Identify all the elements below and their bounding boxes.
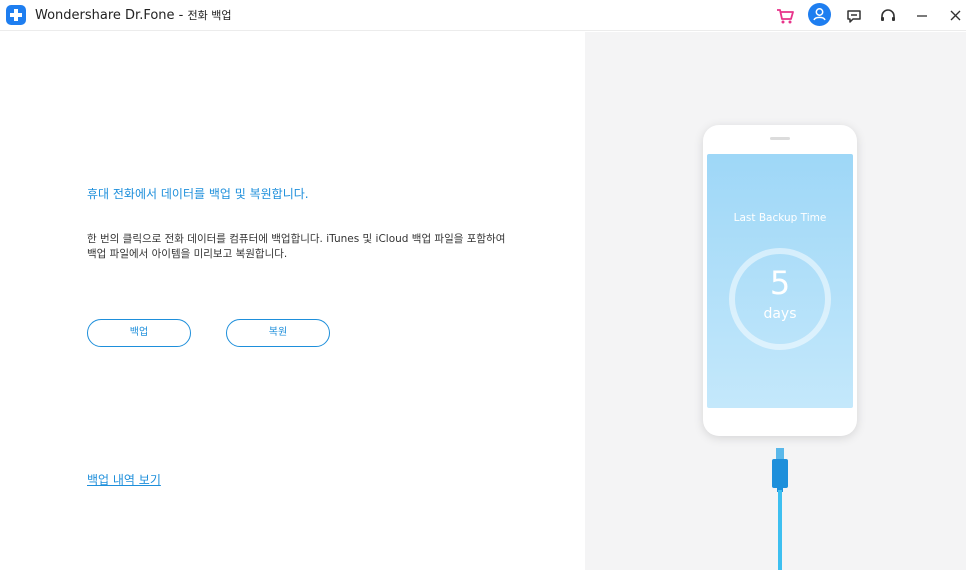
title-separator: -: [174, 8, 188, 23]
restore-button[interactable]: 복원: [226, 319, 330, 347]
illustration-panel: Last Backup Time 5 days: [585, 32, 966, 570]
backup-history-link[interactable]: 백업 내역 보기: [87, 471, 161, 488]
section-name: 전화 백업: [187, 9, 232, 22]
main-content: 휴대 전화에서 데이터를 백업 및 복원합니다. 한 번의 클릭으로 전화 데이…: [0, 32, 585, 570]
window-title: Wondershare Dr.Fone - 전화 백업: [35, 7, 232, 23]
app-name: Wondershare Dr.Fone: [35, 8, 175, 23]
feedback-icon[interactable]: [843, 5, 865, 27]
title-bar: Wondershare Dr.Fone - 전화 백업: [0, 0, 966, 31]
headset-icon[interactable]: [877, 5, 899, 27]
phone-screen: Last Backup Time 5 days: [707, 154, 853, 408]
backup-button[interactable]: 백업: [87, 319, 191, 347]
drfone-logo-icon: [6, 5, 26, 25]
page-description: 한 번의 클릭으로 전화 데이터를 컴퓨터에 백업합니다. iTunes 및 i…: [87, 233, 506, 260]
phone-speaker: [770, 137, 790, 140]
phone-illustration: Last Backup Time 5 days: [703, 125, 857, 436]
account-icon[interactable]: [808, 3, 831, 26]
minimize-icon[interactable]: [911, 5, 933, 27]
cart-icon[interactable]: [774, 5, 796, 27]
page-heading: 휴대 전화에서 데이터를 백업 및 복원합니다.: [87, 187, 309, 201]
last-backup-label: Last Backup Time: [733, 212, 827, 224]
days-unit: days: [763, 306, 797, 322]
usb-cable: [778, 490, 782, 570]
close-icon[interactable]: [945, 5, 966, 27]
days-count: 5: [769, 264, 791, 302]
usb-plug-icon: [772, 448, 788, 492]
